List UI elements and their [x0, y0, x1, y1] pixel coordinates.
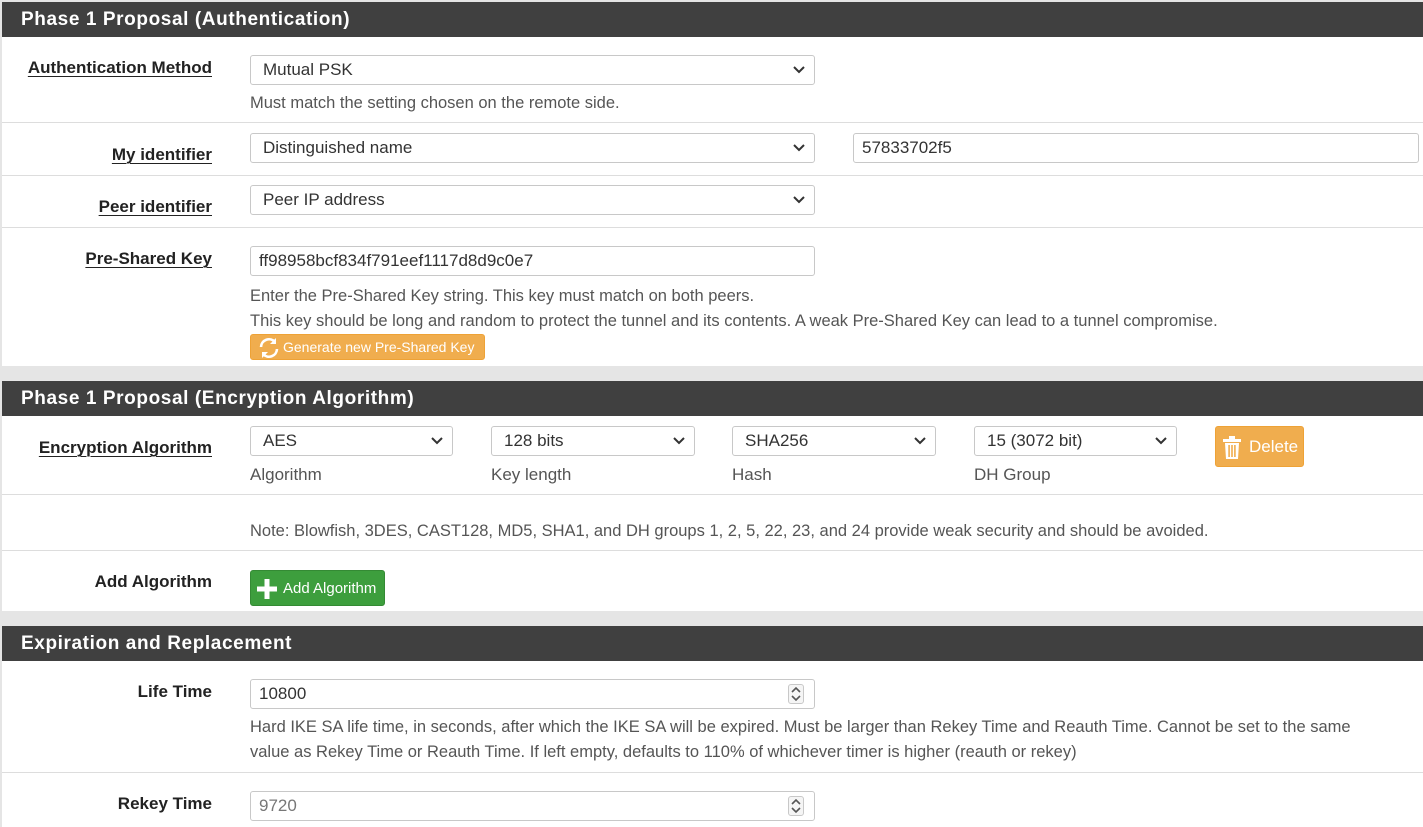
- delete-algorithm-button[interactable]: Delete: [1215, 426, 1304, 467]
- auth-method-help: Must match the setting chosen on the rem…: [250, 94, 620, 112]
- generate-psk-button[interactable]: Generate new Pre-Shared Key: [250, 334, 485, 360]
- auth-panel: Phase 1 Proposal (Authentication) Authen…: [2, 2, 1423, 366]
- encryption-algorithm-label[interactable]: Encryption Algorithm: [39, 438, 212, 458]
- chevron-down-icon: [673, 437, 685, 445]
- life-time-help-line-1: Hard IKE SA life time, in seconds, after…: [250, 718, 1351, 736]
- my-identifier-type-select[interactable]: Distinguished name: [250, 133, 815, 163]
- key-length-select[interactable]: 128 bits: [491, 426, 695, 456]
- auth-method-row: Authentication Method Mutual PSK Must ma…: [2, 37, 1423, 122]
- auth-method-value: Mutual PSK: [263, 60, 353, 79]
- encryption-note-row: Note: Blowfish, 3DES, CAST128, MD5, SHA1…: [2, 494, 1423, 550]
- chevron-down-icon: [914, 437, 926, 445]
- generate-psk-label: Generate new Pre-Shared Key: [283, 339, 475, 355]
- hash-value: SHA256: [745, 431, 809, 450]
- dh-group-value: 15 (3072 bit): [987, 431, 1083, 450]
- my-identifier-input[interactable]: 57833702f5: [853, 133, 1419, 163]
- rekey-time-spinner[interactable]: [788, 796, 804, 816]
- my-identifier-label[interactable]: My identifier: [112, 145, 212, 165]
- spinner-arrows-icon: [791, 798, 801, 814]
- psk-value: ff98958bcf834f791eef1117d8d9c0e7: [259, 251, 534, 270]
- algorithm-sublabel: Algorithm: [250, 465, 322, 484]
- add-algorithm-button-label: Add Algorithm: [283, 580, 377, 597]
- hash-select[interactable]: SHA256: [732, 426, 936, 456]
- auth-panel-title: Phase 1 Proposal (Authentication): [2, 2, 1423, 37]
- algorithm-select[interactable]: AES: [250, 426, 453, 456]
- life-time-row: Life Time 10800 Hard IKE SA life time, i…: [2, 661, 1423, 772]
- my-identifier-type-value: Distinguished name: [263, 138, 413, 157]
- chevron-down-icon: [1155, 437, 1167, 445]
- key-length-value: 128 bits: [504, 431, 564, 450]
- life-time-label: Life Time: [137, 682, 212, 701]
- rekey-time-input[interactable]: 9720: [250, 791, 815, 821]
- delete-algorithm-label: Delete: [1249, 437, 1299, 456]
- rekey-time-row: Rekey Time 9720: [2, 772, 1423, 827]
- life-time-value: 10800: [259, 684, 307, 703]
- auth-method-select[interactable]: Mutual PSK: [250, 55, 815, 85]
- peer-identifier-label[interactable]: Peer identifier: [99, 197, 212, 217]
- psk-help-line-1: Enter the Pre-Shared Key string. This ke…: [250, 287, 755, 305]
- my-identifier-value: 57833702f5: [862, 138, 952, 157]
- algorithm-value: AES: [263, 431, 298, 450]
- rekey-time-placeholder: 9720: [259, 796, 297, 815]
- peer-identifier-select[interactable]: Peer IP address: [250, 185, 815, 215]
- rekey-time-label: Rekey Time: [117, 794, 212, 813]
- weak-security-note: Note: Blowfish, 3DES, CAST128, MD5, SHA1…: [250, 522, 1209, 540]
- chevron-down-icon: [793, 144, 805, 152]
- encryption-algorithm-row: Encryption Algorithm AES Algorithm 128 b…: [2, 416, 1423, 494]
- trash-icon: [1223, 436, 1241, 459]
- dh-group-select[interactable]: 15 (3072 bit): [974, 426, 1177, 456]
- chevron-down-icon: [793, 66, 805, 74]
- plus-icon: [257, 579, 277, 599]
- psk-help-line-2: This key should be long and random to pr…: [250, 312, 1218, 330]
- add-algorithm-row: Add Algorithm Add Algorithm: [2, 550, 1423, 611]
- psk-input[interactable]: ff98958bcf834f791eef1117d8d9c0e7: [250, 246, 815, 276]
- life-time-input[interactable]: 10800: [250, 679, 815, 709]
- expiration-panel: Expiration and Replacement Life Time 108…: [2, 626, 1423, 827]
- life-time-spinner[interactable]: [788, 684, 804, 704]
- peer-identifier-value: Peer IP address: [263, 190, 385, 209]
- chevron-down-icon: [431, 437, 443, 445]
- encryption-panel-title: Phase 1 Proposal (Encryption Algorithm): [2, 381, 1423, 416]
- add-algorithm-button[interactable]: Add Algorithm: [250, 570, 385, 606]
- peer-identifier-row: Peer identifier Peer IP address: [2, 175, 1423, 227]
- psk-row: Pre-Shared Key ff98958bcf834f791eef1117d…: [2, 227, 1423, 366]
- encryption-panel: Phase 1 Proposal (Encryption Algorithm) …: [2, 381, 1423, 611]
- dh-group-sublabel: DH Group: [974, 465, 1051, 484]
- expiration-panel-title: Expiration and Replacement: [2, 626, 1423, 661]
- hash-sublabel: Hash: [732, 465, 772, 484]
- add-algorithm-label: Add Algorithm: [94, 572, 212, 591]
- key-length-sublabel: Key length: [491, 465, 572, 484]
- spinner-arrows-icon: [791, 686, 801, 702]
- my-identifier-row: My identifier Distinguished name 5783370…: [2, 122, 1423, 175]
- chevron-down-icon: [793, 196, 805, 204]
- psk-label[interactable]: Pre-Shared Key: [85, 249, 212, 269]
- refresh-icon: [259, 338, 279, 358]
- life-time-help-line-2: value as Rekey Time or Reauth Time. If l…: [250, 743, 1077, 761]
- auth-method-label[interactable]: Authentication Method: [28, 58, 212, 78]
